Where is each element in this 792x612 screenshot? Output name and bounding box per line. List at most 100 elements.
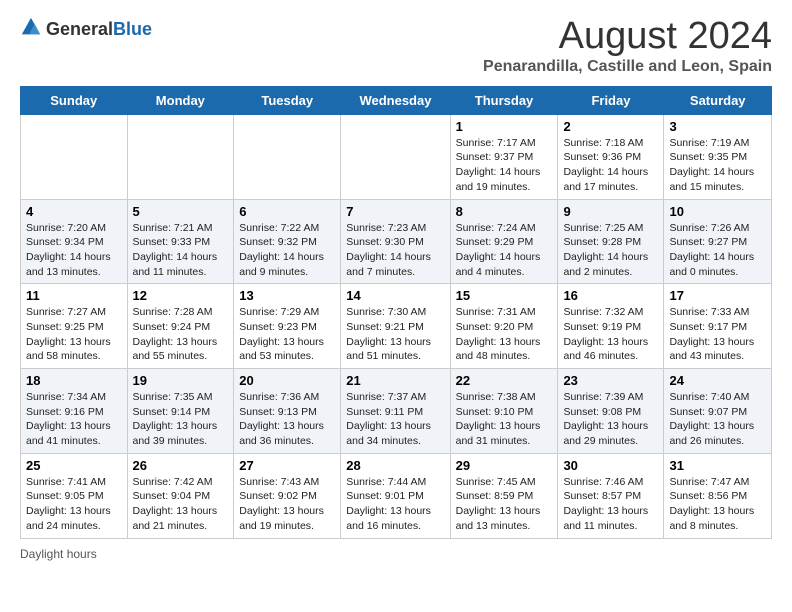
calendar-cell: 15Sunrise: 7:31 AMSunset: 9:20 PMDayligh… [450,284,558,369]
daylight-label: Daylight hours [20,547,97,561]
day-info: Sunrise: 7:19 AMSunset: 9:35 PMDaylight:… [669,136,766,195]
calendar-table: SundayMondayTuesdayWednesdayThursdayFrid… [20,86,772,539]
column-header-tuesday: Tuesday [234,86,341,114]
calendar-cell: 19 Sunrise: 7:35 AMSunset: 9:14 PMDayligh… [127,369,234,454]
day-number: 29 [456,458,553,473]
day-info: Sunrise: 7:32 AMSunset: 9:19 PMDaylight:… [563,305,658,364]
column-header-saturday: Saturday [664,86,772,114]
calendar-cell: 1 Sunrise: 7:17 AMSunset: 9:37 PMDaylight… [450,114,558,199]
column-header-sunday: Sunday [21,86,128,114]
logo-blue-text: Blue [113,19,152,39]
calendar-cell: 24Sunrise: 7:40 AMSunset: 9:07 PMDayligh… [664,369,772,454]
calendar-cell: 11 Sunrise: 7:27 AMSunset: 9:25 PMDayligh… [21,284,128,369]
day-number: 11 [26,288,122,303]
calendar-cell: 5 Sunrise: 7:21 AMSunset: 9:33 PMDaylight… [127,199,234,284]
day-info: Sunrise: 7:35 AMSunset: 9:14 PMDaylight:… [133,390,229,449]
calendar-cell: 13 Sunrise: 7:29 AMSunset: 9:23 PMDayligh… [234,284,341,369]
day-info: Sunrise: 7:41 AMSunset: 9:05 PMDaylight:… [26,475,122,534]
day-info: Sunrise: 7:20 AMSunset: 9:34 PMDaylight:… [26,221,122,280]
footer-note: Daylight hours [20,547,772,561]
logo: GeneralBlue [20,16,152,43]
calendar-cell: 8Sunrise: 7:24 AMSunset: 9:29 PMDaylight… [450,199,558,284]
calendar-cell: 25 Sunrise: 7:41 AMSunset: 9:05 PMDayligh… [21,453,128,538]
logo-icon [20,16,42,38]
calendar-week-row: 1 Sunrise: 7:17 AMSunset: 9:37 PMDaylight… [21,114,772,199]
calendar-cell: 3 Sunrise: 7:19 AMSunset: 9:35 PMDaylight… [664,114,772,199]
calendar-cell: 10 Sunrise: 7:26 AMSunset: 9:27 PMDayligh… [664,199,772,284]
calendar-cell: 31Sunrise: 7:47 AMSunset: 8:56 PMDayligh… [664,453,772,538]
logo-general-text: General [46,19,113,39]
day-info: Sunrise: 7:33 AMSunset: 9:17 PMDaylight:… [669,305,766,364]
calendar-week-row: 11 Sunrise: 7:27 AMSunset: 9:25 PMDayligh… [21,284,772,369]
page-header: GeneralBlue August 2024 Penarandilla, Ca… [20,16,772,76]
day-number: 3 [669,119,766,134]
day-number: 23 [563,373,658,388]
day-info: Sunrise: 7:39 AMSunset: 9:08 PMDaylight:… [563,390,658,449]
title-area: August 2024 Penarandilla, Castille and L… [483,16,772,76]
day-info: Sunrise: 7:22 AMSunset: 9:32 PMDaylight:… [239,221,335,280]
day-info: Sunrise: 7:45 AMSunset: 8:59 PMDaylight:… [456,475,553,534]
day-number: 10 [669,204,766,219]
day-info: Sunrise: 7:21 AMSunset: 9:33 PMDaylight:… [133,221,229,280]
calendar-week-row: 25 Sunrise: 7:41 AMSunset: 9:05 PMDayligh… [21,453,772,538]
day-info: Sunrise: 7:29 AMSunset: 9:23 PMDaylight:… [239,305,335,364]
day-number: 16 [563,288,658,303]
day-number: 14 [346,288,444,303]
calendar-cell: 16 Sunrise: 7:32 AMSunset: 9:19 PMDayligh… [558,284,664,369]
day-number: 25 [26,458,122,473]
calendar-cell: 9Sunrise: 7:25 AMSunset: 9:28 PMDaylight… [558,199,664,284]
page-title: August 2024 [483,16,772,58]
calendar-cell [127,114,234,199]
day-number: 17 [669,288,766,303]
calendar-cell [234,114,341,199]
day-number: 13 [239,288,335,303]
day-number: 22 [456,373,553,388]
day-info: Sunrise: 7:31 AMSunset: 9:20 PMDaylight:… [456,305,553,364]
calendar-cell: 6 Sunrise: 7:22 AMSunset: 9:32 PMDaylight… [234,199,341,284]
calendar-cell [21,114,128,199]
day-info: Sunrise: 7:37 AMSunset: 9:11 PMDaylight:… [346,390,444,449]
column-header-friday: Friday [558,86,664,114]
calendar-cell [341,114,450,199]
calendar-cell: 22 Sunrise: 7:38 AMSunset: 9:10 PMDayligh… [450,369,558,454]
column-header-monday: Monday [127,86,234,114]
day-number: 12 [133,288,229,303]
calendar-cell: 7Sunrise: 7:23 AMSunset: 9:30 PMDaylight… [341,199,450,284]
calendar-cell: 2Sunrise: 7:18 AMSunset: 9:36 PMDaylight… [558,114,664,199]
column-header-wednesday: Wednesday [341,86,450,114]
calendar-cell: 4 Sunrise: 7:20 AMSunset: 9:34 PMDaylight… [21,199,128,284]
calendar-cell: 14 Sunrise: 7:30 AMSunset: 9:21 PMDayligh… [341,284,450,369]
day-info: Sunrise: 7:43 AMSunset: 9:02 PMDaylight:… [239,475,335,534]
page-subtitle: Penarandilla, Castille and Leon, Spain [483,58,772,76]
day-info: Sunrise: 7:38 AMSunset: 9:10 PMDaylight:… [456,390,553,449]
day-info: Sunrise: 7:46 AMSunset: 8:57 PMDaylight:… [563,475,658,534]
calendar-cell: 28Sunrise: 7:44 AMSunset: 9:01 PMDayligh… [341,453,450,538]
day-info: Sunrise: 7:30 AMSunset: 9:21 PMDaylight:… [346,305,444,364]
day-info: Sunrise: 7:17 AMSunset: 9:37 PMDaylight:… [456,136,553,195]
calendar-cell: 23 Sunrise: 7:39 AMSunset: 9:08 PMDayligh… [558,369,664,454]
calendar-cell: 29 Sunrise: 7:45 AMSunset: 8:59 PMDayligh… [450,453,558,538]
day-number: 5 [133,204,229,219]
calendar-cell: 12Sunrise: 7:28 AMSunset: 9:24 PMDayligh… [127,284,234,369]
calendar-cell: 17 Sunrise: 7:33 AMSunset: 9:17 PMDayligh… [664,284,772,369]
day-number: 4 [26,204,122,219]
day-number: 19 [133,373,229,388]
calendar-week-row: 18Sunrise: 7:34 AMSunset: 9:16 PMDayligh… [21,369,772,454]
calendar-cell: 20Sunrise: 7:36 AMSunset: 9:13 PMDayligh… [234,369,341,454]
day-info: Sunrise: 7:23 AMSunset: 9:30 PMDaylight:… [346,221,444,280]
day-info: Sunrise: 7:27 AMSunset: 9:25 PMDaylight:… [26,305,122,364]
day-number: 26 [133,458,229,473]
day-info: Sunrise: 7:26 AMSunset: 9:27 PMDaylight:… [669,221,766,280]
day-info: Sunrise: 7:44 AMSunset: 9:01 PMDaylight:… [346,475,444,534]
day-number: 1 [456,119,553,134]
calendar-cell: 26Sunrise: 7:42 AMSunset: 9:04 PMDayligh… [127,453,234,538]
day-number: 21 [346,373,444,388]
day-number: 6 [239,204,335,219]
calendar-cell: 18Sunrise: 7:34 AMSunset: 9:16 PMDayligh… [21,369,128,454]
day-info: Sunrise: 7:34 AMSunset: 9:16 PMDaylight:… [26,390,122,449]
day-info: Sunrise: 7:24 AMSunset: 9:29 PMDaylight:… [456,221,553,280]
day-info: Sunrise: 7:36 AMSunset: 9:13 PMDaylight:… [239,390,335,449]
column-header-thursday: Thursday [450,86,558,114]
day-number: 2 [563,119,658,134]
day-number: 24 [669,373,766,388]
